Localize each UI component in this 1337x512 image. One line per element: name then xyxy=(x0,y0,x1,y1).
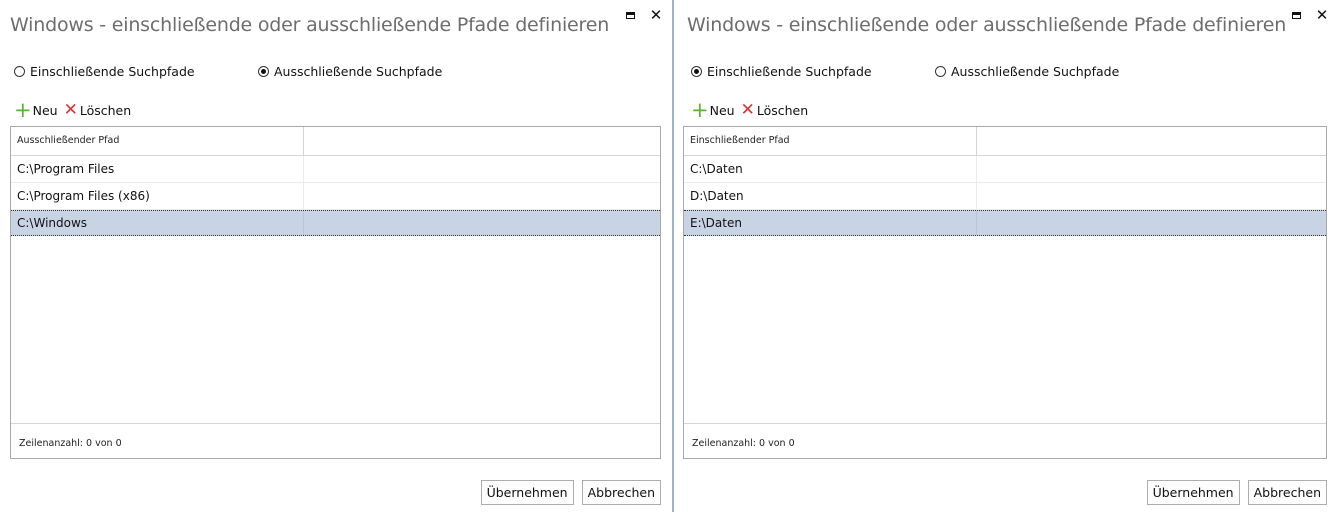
table-row-selected[interactable]: C:\Windows xyxy=(11,210,660,236)
row-count-footer: Zeilenanzahl: 0 von 0 xyxy=(684,423,1326,458)
new-button[interactable]: + Neu xyxy=(691,98,735,122)
dialog-buttons: Übernehmen Abbrechen xyxy=(1146,480,1327,505)
window-controls: ✕ xyxy=(623,6,663,24)
paths-grid: Einschließender Pfad C:\Daten D:\Daten E… xyxy=(683,126,1327,459)
empty-cell xyxy=(977,211,1326,235)
plus-icon: + xyxy=(691,98,709,122)
radio-circle-include xyxy=(691,66,702,77)
path-cell[interactable]: C:\Program Files xyxy=(11,156,304,182)
cancel-button[interactable]: Abbrechen xyxy=(581,480,661,505)
table-row-selected[interactable]: E:\Daten xyxy=(684,210,1326,236)
delete-button-label: Löschen xyxy=(756,102,809,118)
grid-header: Ausschließender Pfad xyxy=(11,127,660,156)
window-controls: ✕ xyxy=(1289,6,1329,24)
dialog-title: Windows - einschließende oder ausschließ… xyxy=(687,14,1287,36)
toolbar: + Neu ✕ Löschen xyxy=(691,98,814,122)
close-button[interactable]: ✕ xyxy=(649,6,663,24)
radio-exclude-label: Ausschließende Suchpfade xyxy=(951,64,1120,79)
radio-exclude-paths[interactable]: Ausschließende Suchpfade xyxy=(935,64,1119,79)
close-icon: ✕ xyxy=(649,6,663,24)
empty-cell xyxy=(977,183,1326,209)
table-row[interactable]: C:\Program Files xyxy=(11,156,660,183)
paths-grid: Ausschließender Pfad C:\Program Files C:… xyxy=(10,126,661,459)
new-button-label: Neu xyxy=(32,102,58,118)
path-cell[interactable]: E:\Daten xyxy=(684,211,977,235)
row-count-footer: Zeilenanzahl: 0 von 0 xyxy=(11,423,660,458)
close-button[interactable]: ✕ xyxy=(1315,6,1329,24)
plus-icon: + xyxy=(14,98,32,122)
column-header-path[interactable]: Ausschließender Pfad xyxy=(11,127,304,155)
radio-circle-exclude xyxy=(935,66,946,77)
apply-button[interactable]: Übernehmen xyxy=(1146,480,1240,505)
toolbar: + Neu ✕ Löschen xyxy=(14,98,137,122)
radio-include-label: Einschließende Suchpfade xyxy=(707,64,872,79)
radio-circle-exclude xyxy=(258,66,269,77)
empty-cell xyxy=(304,183,660,209)
table-row[interactable]: D:\Daten xyxy=(684,183,1326,210)
path-cell[interactable]: C:\Windows xyxy=(11,211,304,235)
path-cell[interactable]: D:\Daten xyxy=(684,183,977,209)
path-cell[interactable]: C:\Program Files (x86) xyxy=(11,183,304,209)
cross-icon: ✕ xyxy=(63,100,78,120)
cancel-button[interactable]: Abbrechen xyxy=(1247,480,1327,505)
delete-button[interactable]: ✕ Löschen xyxy=(740,100,809,120)
radio-exclude-paths[interactable]: Ausschließende Suchpfade xyxy=(258,64,442,79)
dialog-title: Windows - einschließende oder ausschließ… xyxy=(10,14,610,36)
maximize-icon xyxy=(625,11,635,19)
close-icon: ✕ xyxy=(1315,6,1329,24)
empty-cell xyxy=(977,156,1326,182)
maximize-button[interactable] xyxy=(1289,8,1303,22)
radio-include-paths[interactable]: Einschließende Suchpfade xyxy=(14,64,258,79)
radio-exclude-label: Ausschließende Suchpfade xyxy=(274,64,443,79)
path-cell[interactable]: C:\Daten xyxy=(684,156,977,182)
radio-include-label: Einschließende Suchpfade xyxy=(30,64,195,79)
maximize-icon xyxy=(1291,11,1301,19)
radio-include-paths[interactable]: Einschließende Suchpfade xyxy=(691,64,935,79)
path-mode-radio-group: Einschließende Suchpfade Ausschließende … xyxy=(691,64,1119,79)
dialog-buttons: Übernehmen Abbrechen xyxy=(480,480,661,505)
column-header-path[interactable]: Einschließender Pfad xyxy=(684,127,977,155)
delete-button[interactable]: ✕ Löschen xyxy=(63,100,132,120)
path-mode-radio-group: Einschließende Suchpfade Ausschließende … xyxy=(14,64,442,79)
apply-button[interactable]: Übernehmen xyxy=(480,480,574,505)
radio-circle-include xyxy=(14,66,25,77)
cross-icon: ✕ xyxy=(740,100,755,120)
empty-cell xyxy=(304,211,660,235)
maximize-button[interactable] xyxy=(623,8,637,22)
empty-cell xyxy=(304,156,660,182)
new-button-label: Neu xyxy=(709,102,735,118)
delete-button-label: Löschen xyxy=(79,102,132,118)
table-row[interactable]: C:\Program Files (x86) xyxy=(11,183,660,210)
grid-header: Einschließender Pfad xyxy=(684,127,1326,156)
dialog-include-paths: Windows - einschließende oder ausschließ… xyxy=(677,0,1337,512)
dialog-exclude-paths: Windows - einschließende oder ausschließ… xyxy=(0,0,671,512)
table-row[interactable]: C:\Daten xyxy=(684,156,1326,183)
new-button[interactable]: + Neu xyxy=(14,98,58,122)
